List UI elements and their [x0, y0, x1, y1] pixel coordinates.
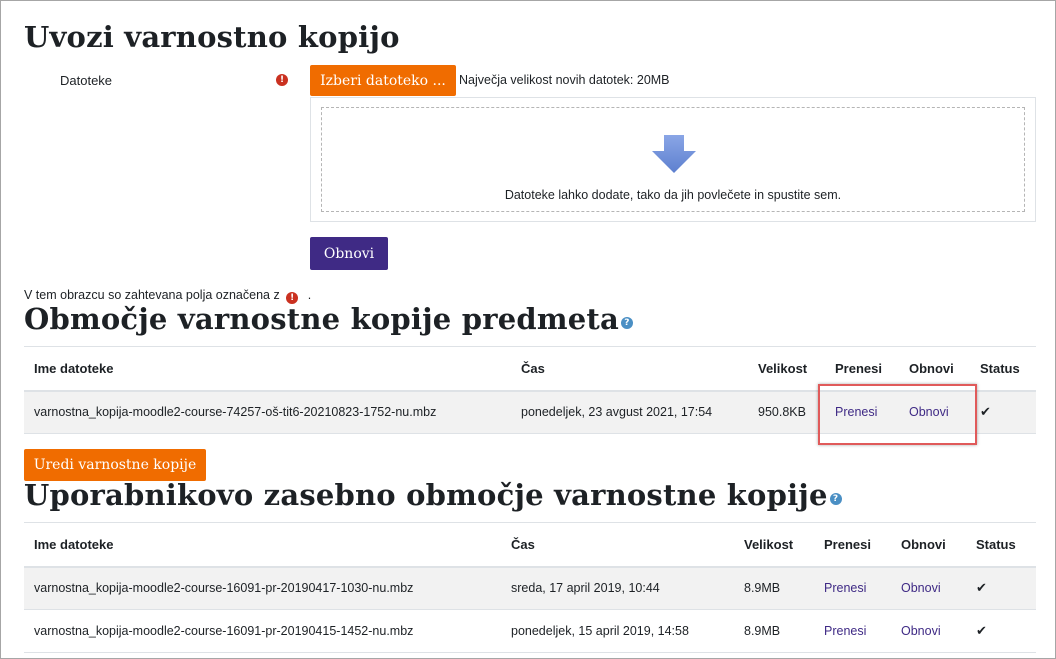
table-row: varnostna_kopija-moodle2-course-16091-pr…	[24, 609, 1036, 653]
highlight-box	[818, 384, 977, 445]
import-title: Uvozi varnostno kopijo	[24, 20, 400, 54]
files-label: Datoteke	[60, 73, 113, 88]
col-time: Čas	[501, 522, 734, 568]
restore-link[interactable]: Obnovi	[901, 581, 941, 595]
check-icon: ✔	[966, 566, 1036, 610]
download-link[interactable]: Prenesi	[824, 624, 866, 638]
drop-zone[interactable]: Datoteke lahko dodate, tako da jih povle…	[321, 107, 1025, 212]
table-row: varnostna_kopija-moodle2-course-16091-pr…	[24, 566, 1036, 610]
restore-link[interactable]: Obnovi	[901, 624, 941, 638]
check-icon: ✔	[966, 609, 1036, 653]
backup-size: 950.8KB	[748, 390, 825, 434]
backup-time: ponedeljek, 23 avgust 2021, 17:54	[511, 390, 748, 434]
required-icon: !	[276, 74, 288, 86]
col-status: Status	[970, 346, 1036, 392]
col-size: Velikost	[748, 346, 825, 392]
restore-submit-button[interactable]: Obnovi	[310, 237, 388, 270]
backup-filename: varnostna_kopija-moodle2-course-16091-pr…	[24, 566, 501, 610]
question-circle-icon[interactable]: ?	[829, 493, 842, 505]
user-backup-title-text: Uporabnikovo zasebno območje varnostne k…	[24, 478, 828, 512]
file-drop-area[interactable]: Datoteke lahko dodate, tako da jih povle…	[310, 97, 1036, 222]
backup-time: ponedeljek, 15 april 2019, 14:58	[501, 609, 734, 653]
required-fields-note: V tem obrazcu so zahtevana polja označen…	[24, 288, 312, 304]
backup-time: sreda, 17 april 2019, 10:44	[501, 566, 734, 610]
col-filename: Ime datoteke	[24, 346, 511, 392]
max-file-size: Največja velikost novih datotek: 20MB	[459, 73, 670, 87]
col-download: Prenesi	[814, 522, 891, 568]
required-note-text: V tem obrazcu so zahtevana polja označen…	[24, 288, 280, 302]
backup-filename: varnostna_kopija-moodle2-course-16091-pr…	[24, 609, 501, 653]
backup-size: 8.9MB	[734, 609, 814, 653]
download-link[interactable]: Prenesi	[824, 581, 866, 595]
backup-size: 8.9MB	[734, 566, 814, 610]
backup-filename: varnostna_kopija-moodle2-course-74257-oš…	[24, 390, 511, 434]
col-time: Čas	[511, 346, 748, 392]
drop-instructions: Datoteke lahko dodate, tako da jih povle…	[504, 188, 842, 202]
edit-backups-button[interactable]: Uredi varnostne kopije	[24, 449, 206, 481]
down-arrow-icon	[652, 135, 696, 173]
question-circle-icon[interactable]: ?	[620, 317, 633, 329]
required-note-end: .	[307, 288, 312, 302]
col-status: Status	[966, 522, 1036, 568]
col-size: Velikost	[734, 522, 814, 568]
user-backup-table: Ime datoteke Čas Velikost Prenesi Obnovi…	[24, 522, 1036, 653]
user-backup-title: Uporabnikovo zasebno območje varnostne k…	[24, 478, 842, 512]
col-filename: Ime datoteke	[24, 522, 501, 568]
choose-file-button[interactable]: Izberi datoteko ...	[310, 65, 456, 96]
course-backup-title-text: Območje varnostne kopije predmeta	[24, 302, 619, 336]
table-header-row: Ime datoteke Čas Velikost Prenesi Obnovi…	[24, 522, 1036, 568]
col-restore: Obnovi	[891, 522, 966, 568]
check-icon: ✔	[970, 390, 1036, 434]
course-backup-title: Območje varnostne kopije predmeta?	[24, 302, 633, 336]
